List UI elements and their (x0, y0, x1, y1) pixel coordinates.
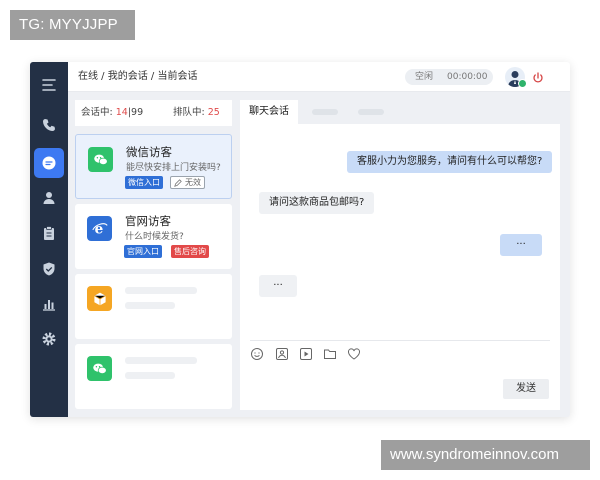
source-badge: 官网入口 (124, 245, 162, 258)
in-session-max: 99 (131, 107, 144, 118)
list-item-title: 官网访客 (125, 214, 171, 228)
list-item-preview: 能尽快安排上门安装吗? (126, 163, 221, 173)
pencil-icon (174, 179, 182, 187)
conversation-list: 会话中: 14|99 排队中: 25 微信访客 能尽快安排上门安装吗? 微信入口… (75, 100, 232, 410)
source-badge: 微信入口 (125, 176, 163, 189)
app-window: 在线 / 我的会话 / 当前会话 空闲 00:00:00 会话中: 14|99 (30, 62, 570, 417)
power-icon[interactable] (531, 70, 545, 84)
sidebar (30, 62, 68, 417)
placeholder-line (125, 357, 197, 364)
tab-chat-session[interactable]: 聊天会话 (240, 100, 298, 124)
video-icon[interactable] (299, 346, 313, 360)
list-item-title: 微信访客 (126, 145, 172, 159)
folder-icon[interactable] (323, 346, 337, 360)
invalid-badge[interactable]: 无效 (170, 176, 205, 189)
in-session-label: 会话中: (81, 107, 113, 118)
placeholder-line (125, 372, 175, 379)
page: TG: MYYJJPP 在线 / 我的会话 / 当前会话 空闲 00:00:00… (0, 0, 600, 480)
list-item-wechat-visitor[interactable]: 微信访客 能尽快安排上门安装吗? 微信入口 无效 (75, 134, 232, 199)
list-header: 会话中: 14|99 排队中: 25 (75, 100, 232, 126)
top-bar: 在线 / 我的会话 / 当前会话 空闲 00:00:00 (68, 62, 570, 92)
package-icon (87, 286, 112, 311)
message-visitor-typing: ··· (259, 275, 297, 297)
watermark-bottom: www.syndromeinnov.com (381, 440, 590, 470)
message-visitor: 请问这款商品包邮吗? (259, 192, 375, 214)
queue-count: 25 (207, 107, 220, 118)
user-icon[interactable] (34, 183, 64, 213)
placeholder-line (125, 302, 175, 309)
agent-status-pill[interactable]: 空闲 00:00:00 (405, 69, 493, 85)
breadcrumb: 在线 / 我的会话 / 当前会话 (78, 71, 198, 82)
message-agent: 客服小力为您服务，请问有什么可以帮您? (347, 151, 553, 173)
image-icon[interactable] (275, 346, 289, 360)
agent-status-label: 空闲 (415, 72, 434, 82)
watermark-top: TG: MYYJJPP (10, 10, 135, 40)
phone-icon[interactable] (34, 110, 64, 140)
tab-placeholder[interactable] (358, 109, 384, 115)
online-status-icon (518, 79, 527, 88)
list-item-preview: 什么时候发货? (125, 232, 184, 242)
clipboard-icon[interactable] (34, 218, 64, 248)
placeholder-line (125, 287, 197, 294)
chat-icon[interactable] (34, 148, 64, 178)
list-item-website-visitor[interactable]: e 官网访客 什么时候发货? 官网入口 售后咨询 (75, 204, 232, 269)
chat-body: 客服小力为您服务，请问有什么可以帮您? 请问这款商品包邮吗? ··· ··· 发… (240, 124, 560, 410)
ie-browser-icon: e (87, 216, 112, 241)
category-badge: 售后咨询 (171, 245, 209, 258)
list-item-placeholder[interactable] (75, 274, 232, 339)
composer-divider (250, 340, 550, 341)
wechat-icon (87, 356, 112, 381)
send-button[interactable]: 发送 (503, 379, 549, 399)
menu-icon[interactable] (34, 70, 64, 100)
chat-tabs: 聊天会话 (240, 100, 560, 124)
emoji-icon[interactable] (250, 346, 264, 360)
session-timer: 00:00:00 (447, 72, 488, 82)
wechat-icon (88, 147, 113, 172)
tab-placeholder[interactable] (312, 109, 338, 115)
list-item-placeholder[interactable] (75, 344, 232, 409)
invalid-badge-label: 无效 (185, 178, 201, 187)
gear-icon[interactable] (34, 324, 64, 354)
queue-label: 排队中: (173, 107, 205, 118)
bar-chart-icon[interactable] (34, 289, 64, 319)
queue-stat: 排队中: 25 (173, 100, 220, 126)
heart-icon[interactable] (347, 346, 361, 360)
message-agent-typing: ··· (500, 234, 542, 256)
in-session-stat: 会话中: 14|99 (81, 100, 143, 126)
chat-panel: 聊天会话 客服小力为您服务，请问有什么可以帮您? 请问这款商品包邮吗? ··· … (240, 100, 560, 410)
in-session-count: 14 (115, 107, 128, 118)
shield-icon[interactable] (34, 254, 64, 284)
